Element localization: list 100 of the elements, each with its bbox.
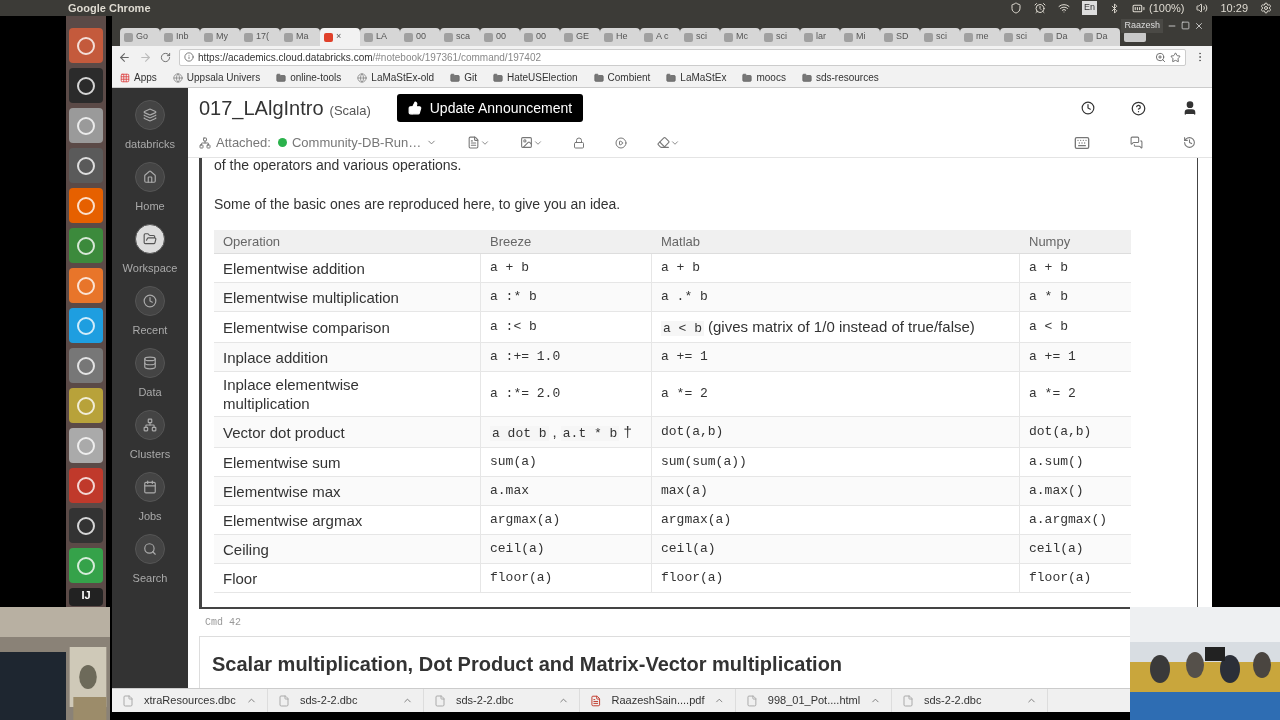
volume-icon: [1196, 2, 1209, 14]
browser-tab[interactable]: 00: [400, 28, 440, 46]
browser-tab[interactable]: Inb: [160, 28, 200, 46]
app-launcher-icon[interactable]: [69, 508, 103, 543]
browser-tab[interactable]: me: [960, 28, 1000, 46]
browser-tab[interactable]: Go: [120, 28, 160, 46]
folder-icon: [666, 72, 677, 83]
sidebar-item[interactable]: Workspace: [122, 224, 178, 276]
folder-icon: [492, 72, 503, 83]
browser-tab[interactable]: GE: [560, 28, 600, 46]
star-icon[interactable]: [1170, 51, 1181, 63]
tab-title: 00: [536, 30, 546, 44]
tab-title: SD: [896, 30, 909, 44]
bookmark[interactable]: online-tools: [276, 70, 342, 85]
maximize-icon[interactable]: [1181, 21, 1190, 31]
app-launcher-icon[interactable]: IJ: [69, 588, 103, 606]
file-icon: [278, 694, 290, 707]
browser-tab[interactable]: lar: [800, 28, 840, 46]
favicon-icon: [884, 32, 893, 42]
favicon-icon: [524, 32, 533, 42]
tab-title: lar: [816, 30, 826, 44]
browser-tab[interactable]: 00: [480, 28, 520, 46]
table-cell: Ceiling: [214, 535, 481, 564]
browser-tab[interactable]: LA: [360, 28, 400, 46]
browser-tab[interactable]: A c: [640, 28, 680, 46]
view-menu[interactable]: [520, 136, 544, 149]
help-icon[interactable]: [1131, 100, 1146, 116]
bookmark[interactable]: sds-resources: [801, 70, 879, 85]
shield-icon: [1010, 2, 1022, 14]
clear-menu[interactable]: [657, 136, 681, 149]
sidebar-item[interactable]: Clusters: [129, 410, 171, 462]
bookmark[interactable]: HateUSElection: [492, 70, 578, 85]
browser-tab[interactable]: ×: [320, 28, 360, 46]
folder-icon: [801, 72, 812, 83]
bookmark[interactable]: Git: [450, 70, 477, 85]
app-launcher-icon[interactable]: [69, 68, 103, 103]
reload-icon[interactable]: [160, 51, 171, 63]
tab-title: Go: [136, 30, 148, 44]
close-icon[interactable]: [1194, 20, 1204, 31]
cluster-selector[interactable]: Attached: Community-DB-Run…: [199, 132, 438, 153]
browser-tab[interactable]: 17(: [240, 28, 280, 46]
app-launcher-icon[interactable]: [69, 148, 103, 183]
bookmark[interactable]: Apps: [120, 70, 157, 85]
comments-icon[interactable]: [1130, 136, 1143, 149]
favicon-icon: [564, 32, 573, 42]
table-cell: dot(a,b): [1020, 417, 1131, 448]
table-cell: Elementwise max: [214, 477, 481, 506]
clock-icon[interactable]: [1081, 101, 1095, 115]
tab-title: sci: [1016, 30, 1027, 44]
zoom-icon[interactable]: [1155, 51, 1166, 63]
browser-tab[interactable]: sci: [920, 28, 960, 46]
favicon-icon: [924, 32, 933, 42]
favicon-icon: [364, 32, 373, 42]
browser-tab[interactable]: He: [600, 28, 640, 46]
browser-tab[interactable]: Mc: [720, 28, 760, 46]
bookmark[interactable]: Combient: [593, 70, 651, 85]
table-cell: ceil(a): [481, 535, 652, 564]
bookmark[interactable]: LaMaStEx: [666, 70, 727, 85]
address-bar[interactable]: https://academics.cloud.databricks.com/#notebook/197361/command/197402: [179, 48, 1186, 66]
keyboard-icon[interactable]: [1074, 134, 1090, 151]
browser-tab[interactable]: Da: [1080, 28, 1120, 46]
network-icon: [199, 136, 211, 149]
table-cell: Elementwise addition: [214, 254, 481, 283]
new-tab-button[interactable]: [1124, 32, 1146, 42]
browser-tab[interactable]: 00: [520, 28, 560, 46]
back-icon[interactable]: [118, 50, 131, 64]
browser-tab[interactable]: SD: [880, 28, 920, 46]
code-text: a.t * b: [560, 426, 620, 441]
profile-name[interactable]: Raazesh: [1121, 19, 1163, 33]
favicon-icon: [164, 32, 173, 42]
run-icon[interactable]: [615, 136, 628, 149]
browser-tab[interactable]: My: [200, 28, 240, 46]
favicon-icon: [804, 32, 813, 42]
bookmark[interactable]: Uppsala Univers: [172, 70, 261, 85]
user-icon[interactable]: [1182, 100, 1198, 116]
tab-title: LA: [376, 30, 387, 44]
browser-tab[interactable]: Mi: [840, 28, 880, 46]
sidebar-item[interactable]: Recent: [132, 286, 168, 338]
favicon-icon: [444, 32, 453, 42]
lock-icon[interactable]: [573, 136, 586, 149]
info-icon: [184, 52, 194, 62]
sidebar-item[interactable]: Search: [132, 534, 168, 586]
bookmark[interactable]: LaMaStEx-old: [357, 70, 435, 85]
browser-tab[interactable]: sci: [680, 28, 720, 46]
sidebar-item[interactable]: databricks: [124, 100, 176, 152]
browser-tab[interactable]: Ma: [280, 28, 320, 46]
table-cell: floor(a): [652, 564, 1020, 593]
browser-tab[interactable]: sci: [1000, 28, 1040, 46]
table-cell: a :< b: [481, 312, 652, 343]
history-icon[interactable]: [1183, 136, 1196, 149]
app-launcher-icon[interactable]: [69, 468, 103, 503]
file-menu[interactable]: [467, 136, 491, 149]
bookmark[interactable]: moocs: [742, 70, 786, 85]
browser-tab[interactable]: sci: [760, 28, 800, 46]
update-announcement-button[interactable]: Update Announcement: [396, 94, 584, 122]
browser-tab[interactable]: sca: [440, 28, 480, 46]
browser-tab[interactable]: Da: [1040, 28, 1080, 46]
settings-icon[interactable]: [1260, 2, 1272, 14]
favicon-icon: [1044, 32, 1053, 42]
tab-title: GE: [576, 30, 589, 44]
